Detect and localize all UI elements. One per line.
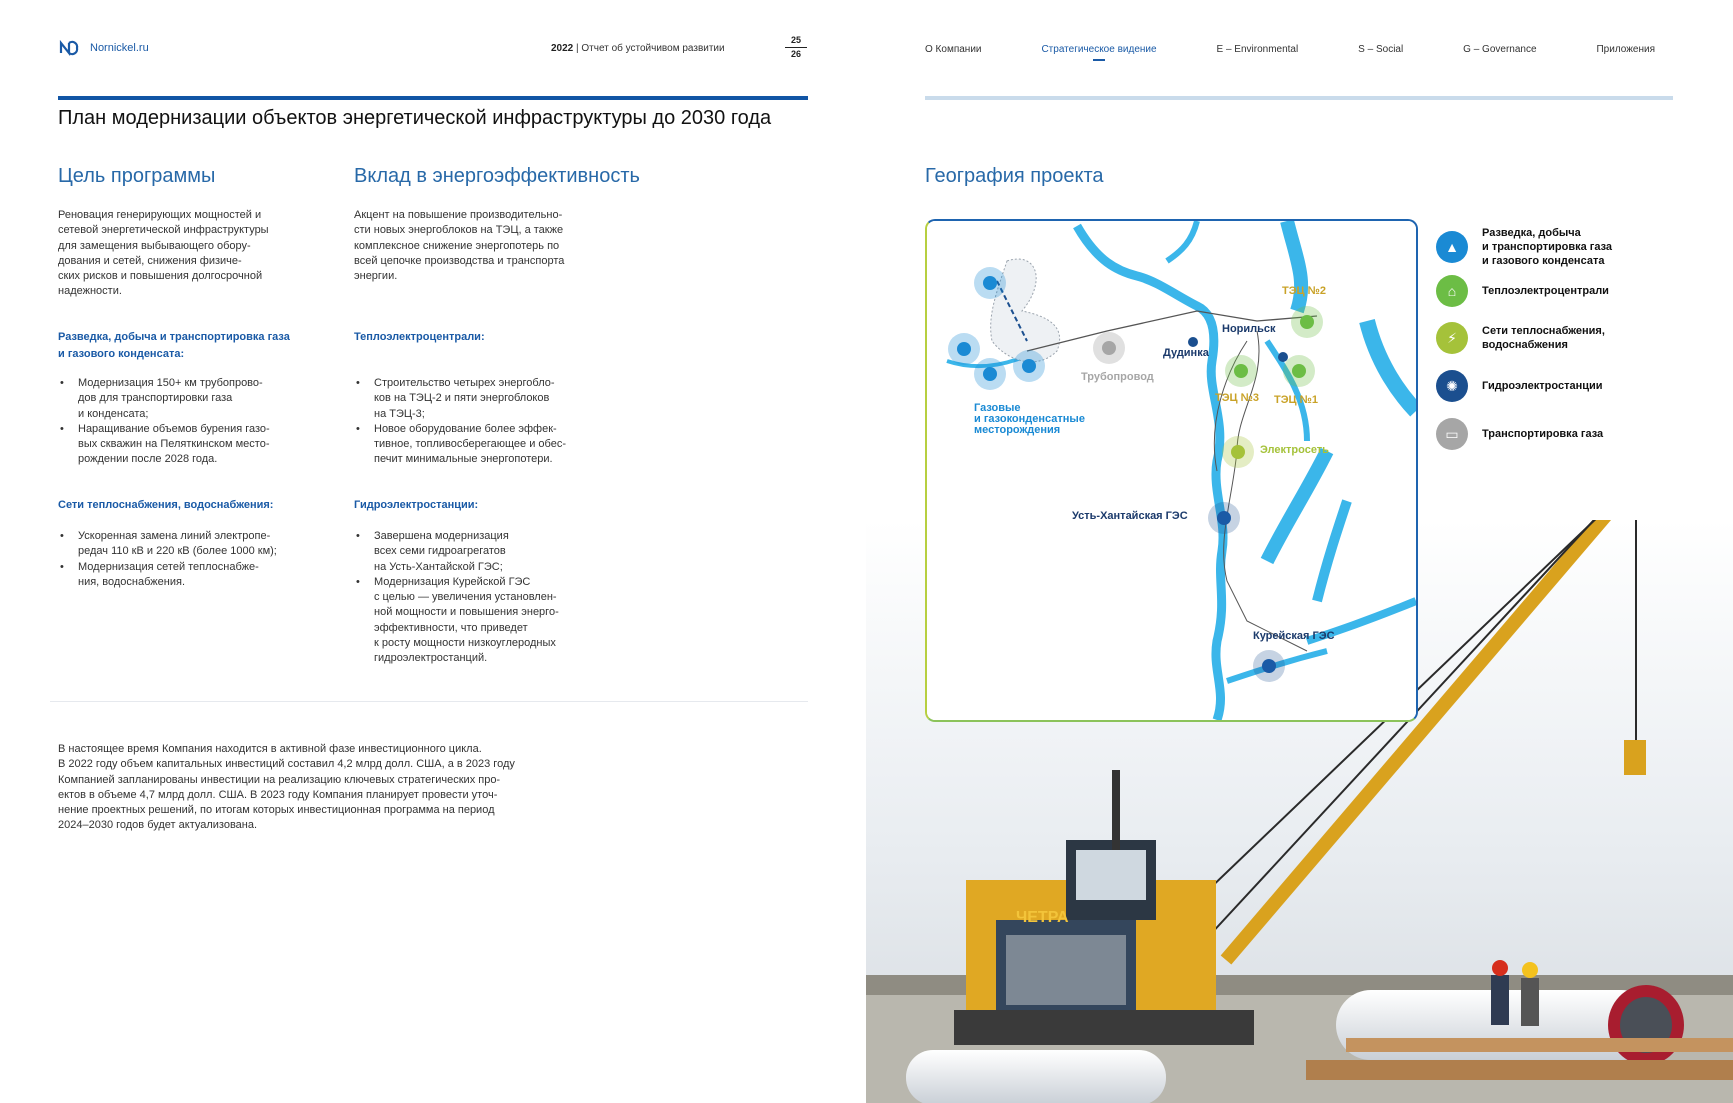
hydro-section-title: Гидроэлектростанции:: [354, 499, 479, 511]
legend-item-gas: ▲ Разведка, добыча и транспортировка газ…: [1436, 226, 1612, 268]
nav-item-governance[interactable]: G – Governance: [1463, 44, 1536, 55]
chp-section-title: Теплоэлектроцентрали:: [354, 331, 485, 343]
heat-bullets: Ускоренная замена линий электропе- редач…: [58, 529, 277, 590]
list-item: Новое оборудование более эффек- тивное, …: [354, 422, 566, 468]
map-label-elektroset: Электросеть: [1260, 444, 1329, 456]
legend-label: Сети теплоснабжения, водоснабжения: [1482, 325, 1605, 351]
legend-label: Транспортировка газа: [1482, 428, 1604, 440]
list-item: Ускоренная замена линий электропе- редач…: [58, 529, 277, 560]
list-item: Модернизация сетей теплоснабже- ния, вод…: [58, 560, 277, 591]
project-map: ТЭЦ №2 Норильск Дудинка Трубопровод ТЭЦ …: [925, 219, 1418, 722]
page-current: 25: [790, 35, 801, 45]
nornickel-logo-icon: [59, 40, 79, 56]
map-label-kureyskaya: Курейская ГЭС: [1253, 630, 1335, 642]
goal-title: Цель программы: [58, 165, 216, 187]
page-title: План модернизации объектов энергетическо…: [58, 107, 772, 129]
page-counter: 25 26: [782, 34, 810, 61]
map-label-tec1: ТЭЦ №1: [1274, 394, 1319, 406]
machine-brand-text: ЧЕТРА: [1016, 909, 1069, 926]
nav-item-strategy[interactable]: Стратегическое видение: [1041, 44, 1157, 61]
section-divider: [50, 701, 808, 702]
map-label-ust-khantayskaya: Усть-Хантайская ГЭС: [1072, 510, 1188, 522]
legend-label: Теплоэлектроцентрали: [1482, 285, 1609, 297]
hydro-bullets: Завершена модернизация всех семи гидроаг…: [354, 529, 559, 667]
power-tower-icon: ⚡: [1436, 322, 1468, 354]
nav-item-company[interactable]: О Компании: [925, 44, 982, 55]
brand-logo[interactable]: Nornickel.ru: [58, 40, 149, 56]
map-label-norilsk: Норильск: [1222, 323, 1276, 335]
page-total: 26: [790, 49, 801, 59]
gas-section-title: Разведка, добыча и транспортировка газа …: [58, 331, 290, 360]
legend-item-heat: ⚡ Сети теплоснабжения, водоснабжения: [1436, 322, 1605, 354]
report-year: 2022: [551, 43, 574, 54]
gas-rig-icon: ▲: [1436, 231, 1468, 263]
legend-item-chp: ⌂ Теплоэлектроцентрали: [1436, 275, 1609, 307]
heat-section-title: Сети теплоснабжения, водоснабжения:: [58, 499, 274, 511]
nav-item-environmental[interactable]: E – Environmental: [1217, 44, 1299, 55]
map-label-gas-fields: Газовые и газоконденсатные месторождения: [974, 402, 1085, 436]
title-rule-right: [925, 96, 1673, 100]
map-label-pipeline: Трубопровод: [1081, 371, 1154, 383]
nav-item-social[interactable]: S – Social: [1358, 44, 1403, 55]
hydro-icon: ✺: [1436, 370, 1468, 402]
legend-label: Разведка, добыча и транспортировка газа …: [1482, 227, 1613, 267]
map-label-dudinka: Дудинка: [1163, 347, 1209, 359]
efficiency-title: Вклад в энергоэффективность: [354, 165, 640, 187]
legend-label: Гидроэлектростанции: [1482, 380, 1603, 392]
gas-bullets: Модернизация 150+ км трубопрово- дов для…: [58, 376, 270, 468]
investment-text: В настоящее время Компания находится в а…: [58, 743, 515, 832]
site-link[interactable]: Nornickel.ru: [90, 42, 149, 54]
list-item: Завершена модернизация всех семи гидроаг…: [354, 529, 559, 575]
map-label-tec3: ТЭЦ №3: [1215, 392, 1260, 404]
chp-plant-icon: ⌂: [1436, 275, 1468, 307]
efficiency-text: Акцент на повышение производительно- сти…: [354, 209, 565, 283]
report-header: 2022 | Отчет об устойчивом развитии: [551, 43, 725, 54]
report-title: Отчет об устойчивом развитии: [581, 43, 725, 54]
list-item: Модернизация Курейской ГЭС с целью — уве…: [354, 575, 559, 667]
list-item: Модернизация 150+ км трубопрово- дов для…: [58, 376, 270, 422]
list-item: Строительство четырех энергобло- ков на …: [354, 376, 566, 422]
list-item: Наращивание объемов бурения газо- вых ск…: [58, 422, 270, 468]
title-rule: [58, 96, 808, 100]
pipe-icon: ▭: [1436, 418, 1468, 450]
chp-bullets: Строительство четырех энергобло- ков на …: [354, 376, 566, 468]
legend-item-hydro: ✺ Гидроэлектростанции: [1436, 370, 1603, 402]
goal-text: Реновация генерирующих мощностей и сетев…: [58, 209, 269, 298]
top-navigation: О Компании Стратегическое видение E – En…: [925, 44, 1655, 61]
map-label-tec2: ТЭЦ №2: [1282, 285, 1327, 297]
geography-title: География проекта: [925, 165, 1104, 187]
legend-item-pipe: ▭ Транспортировка газа: [1436, 418, 1603, 450]
nav-item-appendices[interactable]: Приложения: [1596, 44, 1655, 55]
